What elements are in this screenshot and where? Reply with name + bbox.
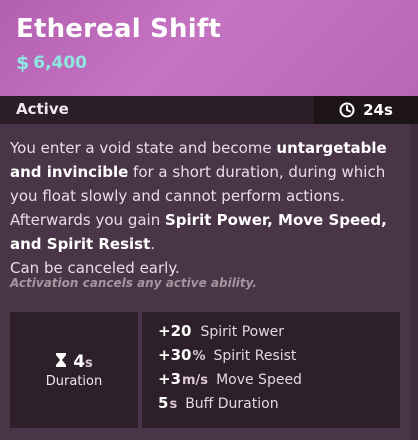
duration-label: Duration: [45, 373, 103, 389]
description-note: Activation cancels any active ability.: [10, 276, 257, 290]
bonus-value: +20: [158, 322, 192, 340]
duration-box: 4s Duration: [10, 312, 138, 428]
bonus-unit: s: [169, 397, 178, 412]
item-description: You enter a void state and become untarg…: [10, 136, 410, 280]
bonus-stat: +3 m/s Move Speed: [158, 370, 400, 394]
cost-value: 6,400: [33, 53, 88, 73]
description-main: You enter a void state and become untarg…: [10, 136, 410, 256]
bonus-label: Move Speed: [216, 372, 302, 388]
bonus-label: Spirit Resist: [213, 348, 297, 364]
bonus-label: Buff Duration: [185, 396, 279, 412]
bonus-unit: m/s: [182, 373, 209, 388]
hourglass-icon: [56, 352, 67, 367]
activation-type: Active: [16, 100, 69, 118]
item-cost: $ 6,400: [16, 52, 87, 74]
item-tooltip: Ethereal Shift $ 6,400 Active 24s You en…: [0, 0, 418, 440]
tooltip-header: Ethereal Shift $ 6,400: [0, 0, 418, 96]
duration-row: 4s: [55, 352, 93, 372]
souls-icon: $: [16, 52, 30, 74]
bonus-value: +3: [158, 370, 182, 388]
cooldown-value: 24s: [363, 101, 393, 119]
panel-edge: [410, 124, 418, 440]
clock-icon: [339, 102, 355, 118]
duration-value: 4: [73, 351, 86, 372]
bonus-stat: 5 s Buff Duration: [158, 394, 400, 418]
bonus-label: Spirit Power: [200, 324, 285, 340]
bonus-unit: %: [192, 349, 206, 364]
cooldown-badge: 24s: [314, 96, 418, 124]
bonus-value: 5: [158, 394, 169, 412]
activation-bar: Active 24s: [0, 96, 418, 124]
duration-unit: s: [85, 355, 93, 371]
description-text: .: [150, 235, 156, 253]
item-name: Ethereal Shift: [16, 14, 221, 44]
bonus-stat: +20 Spirit Power: [158, 322, 400, 346]
description-text: You enter a void state and become: [10, 139, 277, 157]
bonus-stat: +30% Spirit Resist: [158, 346, 400, 370]
bonus-stats: +20 Spirit Power +30% Spirit Resist +3 m/s M…: [142, 312, 400, 428]
bonus-value: +30: [158, 346, 192, 364]
